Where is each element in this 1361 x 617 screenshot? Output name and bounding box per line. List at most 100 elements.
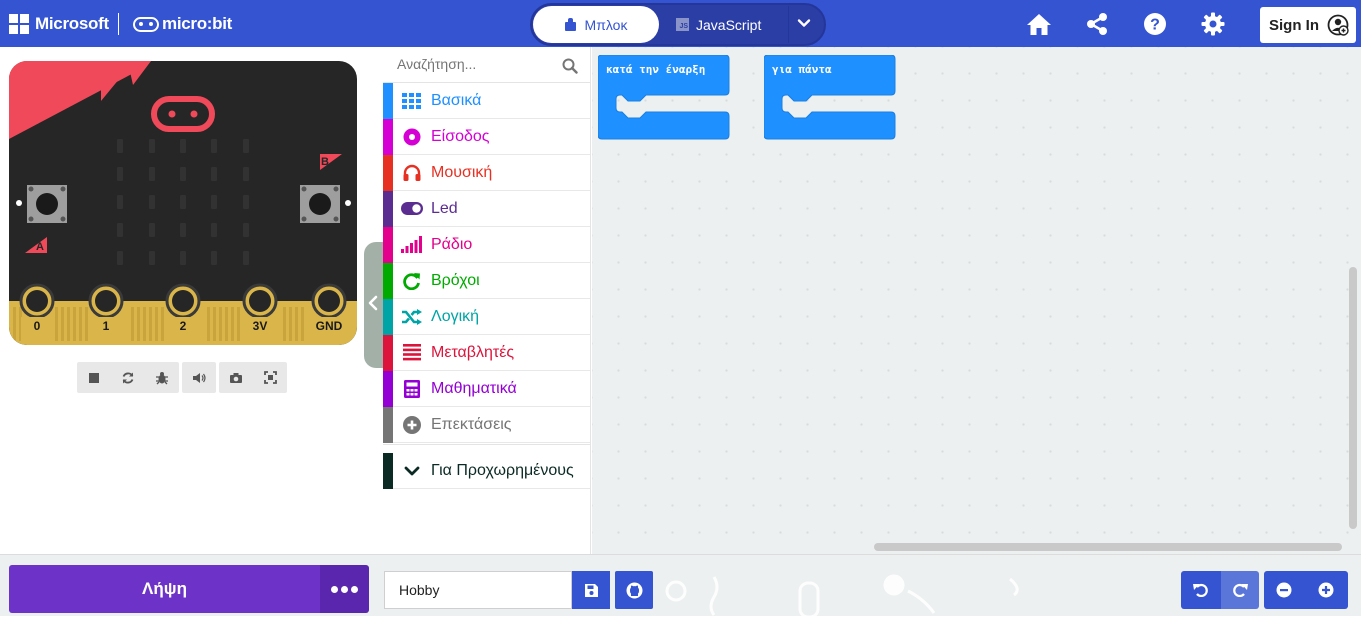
category-label: Μαθηματικά (431, 379, 517, 397)
download-more-button[interactable] (320, 565, 369, 613)
category-extensions[interactable]: Επεκτάσεις (383, 406, 590, 443)
led-15 (117, 223, 123, 237)
microbit-board[interactable]: A B 0 1 2 3V GND (9, 61, 357, 345)
board-art: A B 0 1 2 3V GND (9, 61, 357, 345)
category-label: Βρόχοι (431, 271, 480, 289)
pin-0-label: 0 (34, 319, 41, 333)
decorative-background-art (665, 574, 1019, 617)
brand-divider (118, 13, 119, 35)
search-input[interactable] (397, 56, 547, 72)
loop-icon (393, 272, 431, 290)
led-16 (149, 223, 155, 237)
led-22 (180, 251, 186, 265)
led-9 (243, 167, 249, 181)
puzzle-icon (564, 18, 577, 31)
category-label: Ράδιο (431, 235, 473, 253)
category-color-strip (383, 298, 393, 335)
fullscreen-icon[interactable] (253, 362, 287, 393)
led-17 (180, 223, 186, 237)
category-color-strip (383, 370, 393, 407)
forever-block[interactable]: για πάντα (763, 54, 896, 146)
category-radio[interactable]: Ράδιο (383, 226, 590, 263)
pin-gnd-label: GND (316, 319, 343, 333)
led-12 (180, 195, 186, 209)
category-label: Για Προχωρημένους (431, 461, 574, 479)
bottom-bar: Λήψη (0, 554, 1361, 617)
led-7 (180, 167, 186, 181)
more-dots-icon (331, 585, 338, 593)
user-account-icon (1327, 14, 1349, 36)
share-icon[interactable] (1083, 10, 1111, 38)
pin-1-label: 1 (103, 319, 110, 333)
sign-in-button[interactable]: Sign In (1260, 7, 1356, 43)
pin-2-label: 2 (180, 319, 187, 333)
category-music[interactable]: Μουσική (383, 154, 590, 191)
category-basic[interactable]: Βασικά (383, 82, 590, 119)
project-name-input[interactable] (384, 571, 572, 609)
github-icon (626, 582, 642, 598)
simulator-view-group (219, 362, 287, 393)
block-label: κατά την έναρξη (606, 63, 706, 76)
category-color-strip (383, 406, 393, 443)
zoom-in-button[interactable] (1304, 571, 1348, 609)
chevron-down-icon[interactable] (796, 15, 812, 31)
undo-button[interactable] (1181, 571, 1221, 609)
mode-blocks-button[interactable]: Μπλοκ (533, 6, 659, 43)
category-color-strip (383, 190, 393, 227)
headphones-icon (393, 164, 431, 181)
led-21 (149, 251, 155, 265)
led-24 (243, 251, 249, 265)
help-icon[interactable]: ? (1141, 10, 1169, 38)
category-logic[interactable]: Λογική (383, 298, 590, 335)
collapse-simulator-button[interactable] (364, 242, 383, 368)
category-input[interactable]: Είσοδος (383, 118, 590, 155)
download-button[interactable]: Λήψη (9, 565, 320, 613)
category-advanced[interactable]: Για Προχωρημένους (383, 452, 590, 489)
restart-icon[interactable] (111, 362, 145, 393)
github-button[interactable] (615, 571, 653, 609)
stop-icon[interactable] (77, 362, 111, 393)
led-6 (149, 167, 155, 181)
category-variables[interactable]: Μεταβλητές (383, 334, 590, 371)
horizontal-scrollbar[interactable] (874, 543, 1342, 551)
list-icon (393, 344, 431, 361)
pin-3v-label: 3V (253, 319, 268, 333)
category-loops[interactable]: Βρόχοι (383, 262, 590, 299)
block-label: για πάντα (772, 63, 832, 76)
led-19 (243, 223, 249, 237)
simulator-sound-group (182, 362, 216, 393)
mode-javascript-button[interactable]: JS JavaScript (676, 6, 786, 43)
zoom-out-icon (1276, 582, 1292, 598)
category-color-strip (383, 334, 393, 371)
save-button[interactable] (572, 571, 610, 609)
zoom-out-button[interactable] (1264, 571, 1304, 609)
on-start-block[interactable]: κατά την έναρξη (597, 54, 730, 146)
home-icon[interactable] (1025, 10, 1053, 38)
redo-button[interactable] (1221, 571, 1259, 609)
microbit-label[interactable]: micro:bit (162, 14, 232, 34)
sound-icon[interactable] (182, 362, 216, 393)
led-2 (180, 139, 186, 153)
microsoft-label: Microsoft (35, 14, 109, 33)
button-b-label: B (321, 156, 329, 168)
debug-icon[interactable] (145, 362, 179, 393)
simulator-panel: A B 0 1 2 3V GND (0, 47, 383, 554)
svg-text:?: ? (1150, 17, 1160, 34)
category-label: Led (431, 199, 458, 217)
vertical-scrollbar[interactable] (1349, 267, 1357, 529)
category-led[interactable]: Led (383, 190, 590, 227)
input-icon (393, 128, 431, 146)
category-color-strip (383, 262, 393, 299)
search-icon[interactable] (562, 58, 578, 74)
signal-icon (393, 236, 431, 253)
gear-icon[interactable] (1199, 10, 1227, 38)
screenshot-icon[interactable] (219, 362, 253, 393)
calculator-icon (393, 379, 431, 398)
microbit-logo-icon[interactable] (133, 17, 159, 32)
category-label: Μεταβλητές (431, 343, 515, 361)
toolbox: Βασικά Είσοδος Μουσική Led Ράδιο Βρόχοι … (383, 47, 591, 554)
led-20 (117, 251, 123, 265)
category-math[interactable]: Μαθηματικά (383, 370, 590, 407)
blocks-workspace[interactable]: κατά την έναρξη για πάντα (592, 47, 1361, 554)
top-bar: Microsoft micro:bit Μπλοκ JS JavaScript … (0, 0, 1361, 47)
